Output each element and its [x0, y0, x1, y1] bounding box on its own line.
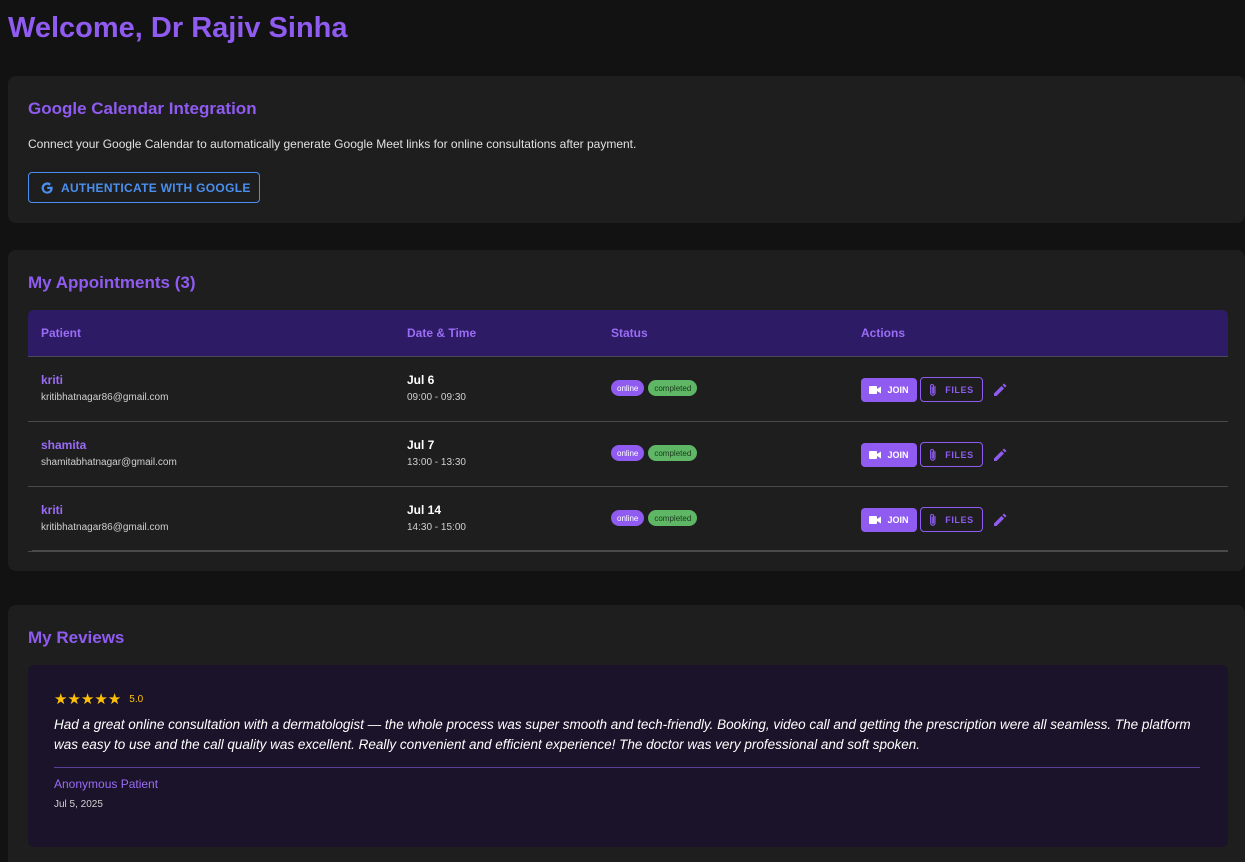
mode-badge: online: [611, 510, 645, 526]
appointment-time: 09:00 - 09:30: [407, 392, 466, 403]
authenticate-google-button[interactable]: AUTHENTICATE WITH GOOGLE: [28, 172, 260, 203]
star-icon: ★: [54, 691, 68, 708]
review-date: Jul 5, 2025: [54, 799, 103, 810]
table-divider: [32, 550, 1228, 551]
authenticate-google-label: AUTHENTICATE WITH GOOGLE: [61, 180, 251, 195]
review-divider: [54, 767, 1200, 768]
patient-cell: kriti kritibhatnagar86@gmail.com: [41, 373, 168, 403]
pencil-icon: [994, 448, 1007, 461]
actions-cell: JOIN FILES: [861, 507, 1012, 532]
video-camera-icon: [869, 515, 882, 524]
appointment-time: 14:30 - 15:00: [407, 522, 466, 533]
attachment-icon: [930, 448, 936, 461]
column-header-actions: Actions: [861, 326, 906, 340]
patient-email: kritibhatnagar86@gmail.com: [41, 522, 169, 533]
column-header-status: Status: [611, 326, 648, 340]
patient-cell: kriti kritibhatnagar86@gmail.com: [41, 503, 168, 533]
status-cell: online completed: [611, 380, 698, 396]
rating-value: 5.0: [129, 694, 144, 705]
video-camera-icon: [869, 385, 882, 394]
review-author: Anonymous Patient: [54, 777, 159, 791]
column-header-patient: Patient: [41, 326, 82, 340]
appointments-card: My Appointments (3) Patient Date & Time …: [8, 250, 1245, 571]
appointment-date: Jul 14: [407, 503, 442, 517]
review-item: ★ ★ ★ ★ ★ 5.0 Had a great online consult…: [28, 665, 1228, 847]
reviews-title: My Reviews: [28, 628, 125, 647]
patient-email: kritibhatnagar86@gmail.com: [41, 392, 169, 403]
files-label: FILES: [945, 384, 974, 395]
table-row: kriti kritibhatnagar86@gmail.com Jul 14 …: [28, 487, 1228, 552]
column-header-date-time: Date & Time: [407, 326, 477, 340]
join-label: JOIN: [887, 514, 909, 525]
edit-button[interactable]: [988, 378, 1012, 402]
google-g-icon: [39, 180, 55, 196]
files-button[interactable]: FILES: [920, 377, 983, 402]
star-icon: ★: [80, 691, 95, 708]
appointment-date: Jul 6: [407, 373, 435, 387]
page-title: Welcome, Dr Rajiv Sinha: [8, 12, 348, 44]
table-row: kriti kritibhatnagar86@gmail.com Jul 6 0…: [28, 357, 1228, 422]
star-icon: ★: [107, 691, 122, 708]
patient-name: kriti: [41, 373, 64, 387]
reviews-card: My Reviews ★ ★ ★ ★ ★ 5.0 Had a great onl…: [8, 605, 1245, 862]
files-button[interactable]: FILES: [920, 507, 983, 532]
video-camera-icon: [869, 450, 882, 459]
patient-cell: shamita shamitabhatnagar@gmail.com: [41, 438, 177, 468]
status-badge: completed: [648, 445, 698, 461]
google-calendar-card: Google Calendar Integration Connect your…: [8, 76, 1245, 223]
appointment-date: Jul 7: [407, 438, 435, 452]
attachment-icon: [930, 513, 936, 526]
star-icon: ★: [67, 691, 81, 708]
files-label: FILES: [945, 514, 974, 525]
google-calendar-title: Google Calendar Integration: [28, 99, 257, 118]
join-label: JOIN: [887, 449, 909, 460]
actions-cell: JOIN FILES: [861, 442, 1012, 467]
star-rating: ★ ★ ★ ★ ★ 5.0: [54, 692, 143, 707]
status-cell: online completed: [611, 445, 698, 461]
actions-cell: JOIN FILES: [861, 377, 1012, 402]
appointment-time: 13:00 - 13:30: [407, 457, 466, 468]
attachment-icon: [930, 383, 936, 396]
patient-name: shamita: [41, 438, 87, 452]
star-icon: ★: [94, 691, 108, 708]
status-badge: completed: [648, 380, 698, 396]
status-cell: online completed: [611, 510, 698, 526]
patient-email: shamitabhatnagar@gmail.com: [41, 457, 177, 468]
review-text: Had a great online consultation with a d…: [54, 717, 1191, 752]
edit-button[interactable]: [988, 443, 1012, 467]
date-time-cell: Jul 7 13:00 - 13:30: [407, 438, 466, 468]
join-button[interactable]: JOIN: [861, 507, 917, 532]
files-label: FILES: [945, 449, 974, 460]
table-row: shamita shamitabhatnagar@gmail.com Jul 7…: [28, 422, 1228, 487]
status-badge: completed: [648, 510, 698, 526]
pencil-icon: [994, 383, 1007, 396]
google-calendar-description: Connect your Google Calendar to automati…: [28, 137, 637, 151]
mode-badge: online: [611, 380, 645, 396]
date-time-cell: Jul 14 14:30 - 15:00: [407, 503, 466, 533]
appointments-table: Patient Date & Time Status Actions kriti…: [28, 310, 1228, 552]
pencil-icon: [994, 513, 1007, 526]
date-time-cell: Jul 6 09:00 - 09:30: [407, 373, 466, 403]
patient-name: kriti: [41, 503, 64, 517]
edit-button[interactable]: [988, 508, 1012, 532]
join-button[interactable]: JOIN: [861, 442, 917, 467]
join-button[interactable]: JOIN: [861, 377, 917, 402]
files-button[interactable]: FILES: [920, 442, 983, 467]
appointments-title: My Appointments (3): [28, 273, 196, 292]
join-label: JOIN: [887, 384, 909, 395]
mode-badge: online: [611, 445, 645, 461]
table-header: Patient Date & Time Status Actions: [28, 310, 1228, 357]
